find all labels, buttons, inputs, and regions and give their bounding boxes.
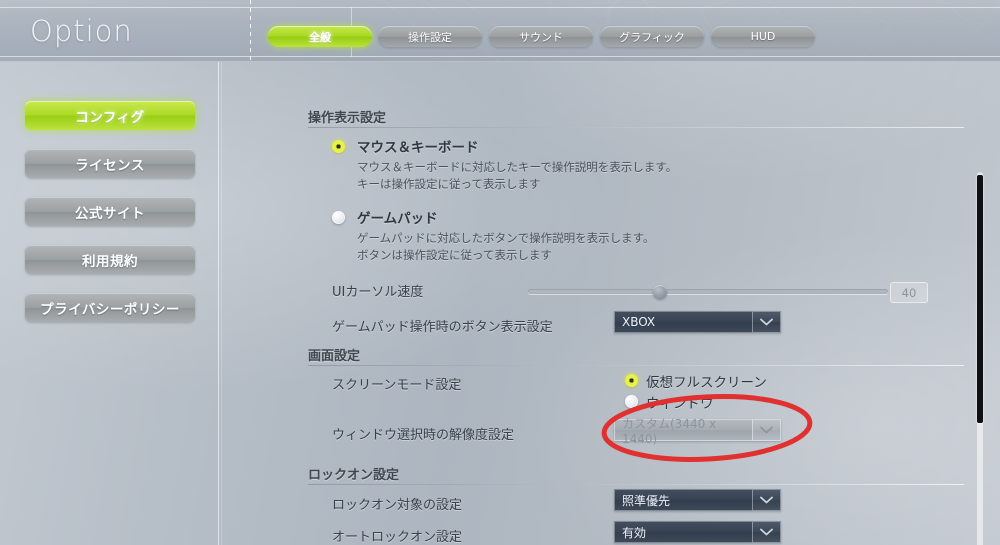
window-resolution-label: ウィンドウ選択時の解像度設定	[332, 428, 515, 443]
window-resolution-dropdown[interactable]: カスタム(3440 x 1440)	[614, 417, 781, 446]
chevron-down-icon[interactable]	[752, 521, 781, 543]
sidebar: コンフィグライセンス公式サイト利用規約プライバシーポリシー	[25, 101, 195, 341]
auto-lockon-dropdown-value: 有効	[614, 521, 752, 543]
radio-virtual-fullscreen-label: 仮想フルスクリーン	[646, 375, 767, 391]
chevron-down-icon[interactable]	[752, 489, 781, 511]
page-title: Option	[30, 14, 133, 48]
sidebar-item-4[interactable]: 利用規約	[25, 245, 195, 274]
tab-5[interactable]: HUD	[711, 26, 815, 47]
mouse-keyboard-description-line2: キーは操作設定に従って表示します	[357, 177, 541, 191]
radio-mouse-keyboard[interactable]	[332, 140, 345, 153]
sidebar-item-1[interactable]: コンフィグ	[25, 101, 195, 130]
settings-panel: 操作表示設定 マウス＆キーボード マウス＆キーボードに対応したキーで操作説明を表…	[222, 62, 1000, 545]
auto-lockon-dropdown[interactable]: 有効	[614, 521, 781, 543]
radio-virtual-fullscreen[interactable]	[625, 374, 638, 387]
sidebar-divider	[218, 62, 219, 545]
tab-1[interactable]: 全般	[268, 26, 372, 47]
chevron-down-icon[interactable]	[752, 419, 781, 441]
gamepad-button-display-label: ゲームパッド操作時のボタン表示設定	[332, 320, 553, 335]
radio-gamepad[interactable]	[332, 211, 345, 224]
section-rule-screen	[308, 365, 964, 366]
chevron-down-icon[interactable]	[752, 311, 781, 333]
section-header-screen: 画面設定	[308, 349, 361, 364]
header-bottom-rule	[0, 56, 1000, 57]
sidebar-item-2[interactable]: ライセンス	[25, 149, 195, 178]
tab-3[interactable]: サウンド	[489, 26, 593, 47]
section-header-controls-display: 操作表示設定	[308, 111, 387, 126]
window-resolution-dropdown-value: カスタム(3440 x 1440)	[614, 417, 752, 446]
section-rule-lockon	[308, 484, 964, 485]
tab-4[interactable]: グラフィック	[600, 26, 704, 47]
header-top-rule	[0, 7, 1000, 8]
radio-gamepad-label: ゲームパッド	[357, 211, 438, 227]
header-bar: Option 全般 操作設定 サウンド グラフィック HUD	[0, 0, 1000, 62]
ui-cursor-speed-slider-track[interactable]	[528, 289, 888, 294]
sidebar-item-5[interactable]: プライバシーポリシー	[25, 293, 195, 322]
gamepad-description-line1: ゲームパッドに対応したボタンで操作説明を表示します。	[357, 231, 655, 245]
auto-lockon-label: オートロックオン設定	[332, 530, 463, 545]
tab-2[interactable]: 操作設定	[378, 26, 482, 47]
lockon-target-dropdown-value: 照準優先	[614, 489, 752, 511]
section-rule-controls-display	[308, 127, 964, 128]
ui-cursor-speed-label: UIカーソル速度	[332, 285, 424, 300]
header-dashed-divider	[250, 0, 251, 62]
gamepad-description-line2: ボタンは操作設定に従って表示します	[357, 248, 552, 262]
radio-window[interactable]	[625, 395, 638, 408]
sidebar-item-3[interactable]: 公式サイト	[25, 197, 195, 226]
screen-mode-label: スクリーンモード設定	[332, 378, 462, 393]
lockon-target-dropdown[interactable]: 照準優先	[614, 489, 781, 511]
mouse-keyboard-description-line1: マウス＆キーボードに対応したキーで操作説明を表示します。	[357, 160, 678, 174]
section-header-lockon: ロックオン設定	[308, 468, 400, 483]
gamepad-button-display-dropdown-value: XBOX	[614, 311, 752, 333]
option-screen: Option 全般 操作設定 サウンド グラフィック HUD コンフィグライセンス公式サ…	[0, 0, 1000, 545]
gamepad-button-display-dropdown[interactable]: XBOX	[614, 311, 781, 333]
radio-window-label: ウィンドウ	[646, 396, 714, 412]
radio-mouse-keyboard-label: マウス＆キーボード	[357, 140, 479, 156]
ui-cursor-speed-slider-handle[interactable]	[652, 285, 667, 299]
lockon-target-label: ロックオン対象の設定	[332, 498, 463, 513]
scrollbar-thumb[interactable]	[977, 175, 983, 423]
ui-cursor-speed-value: 40	[890, 282, 928, 303]
